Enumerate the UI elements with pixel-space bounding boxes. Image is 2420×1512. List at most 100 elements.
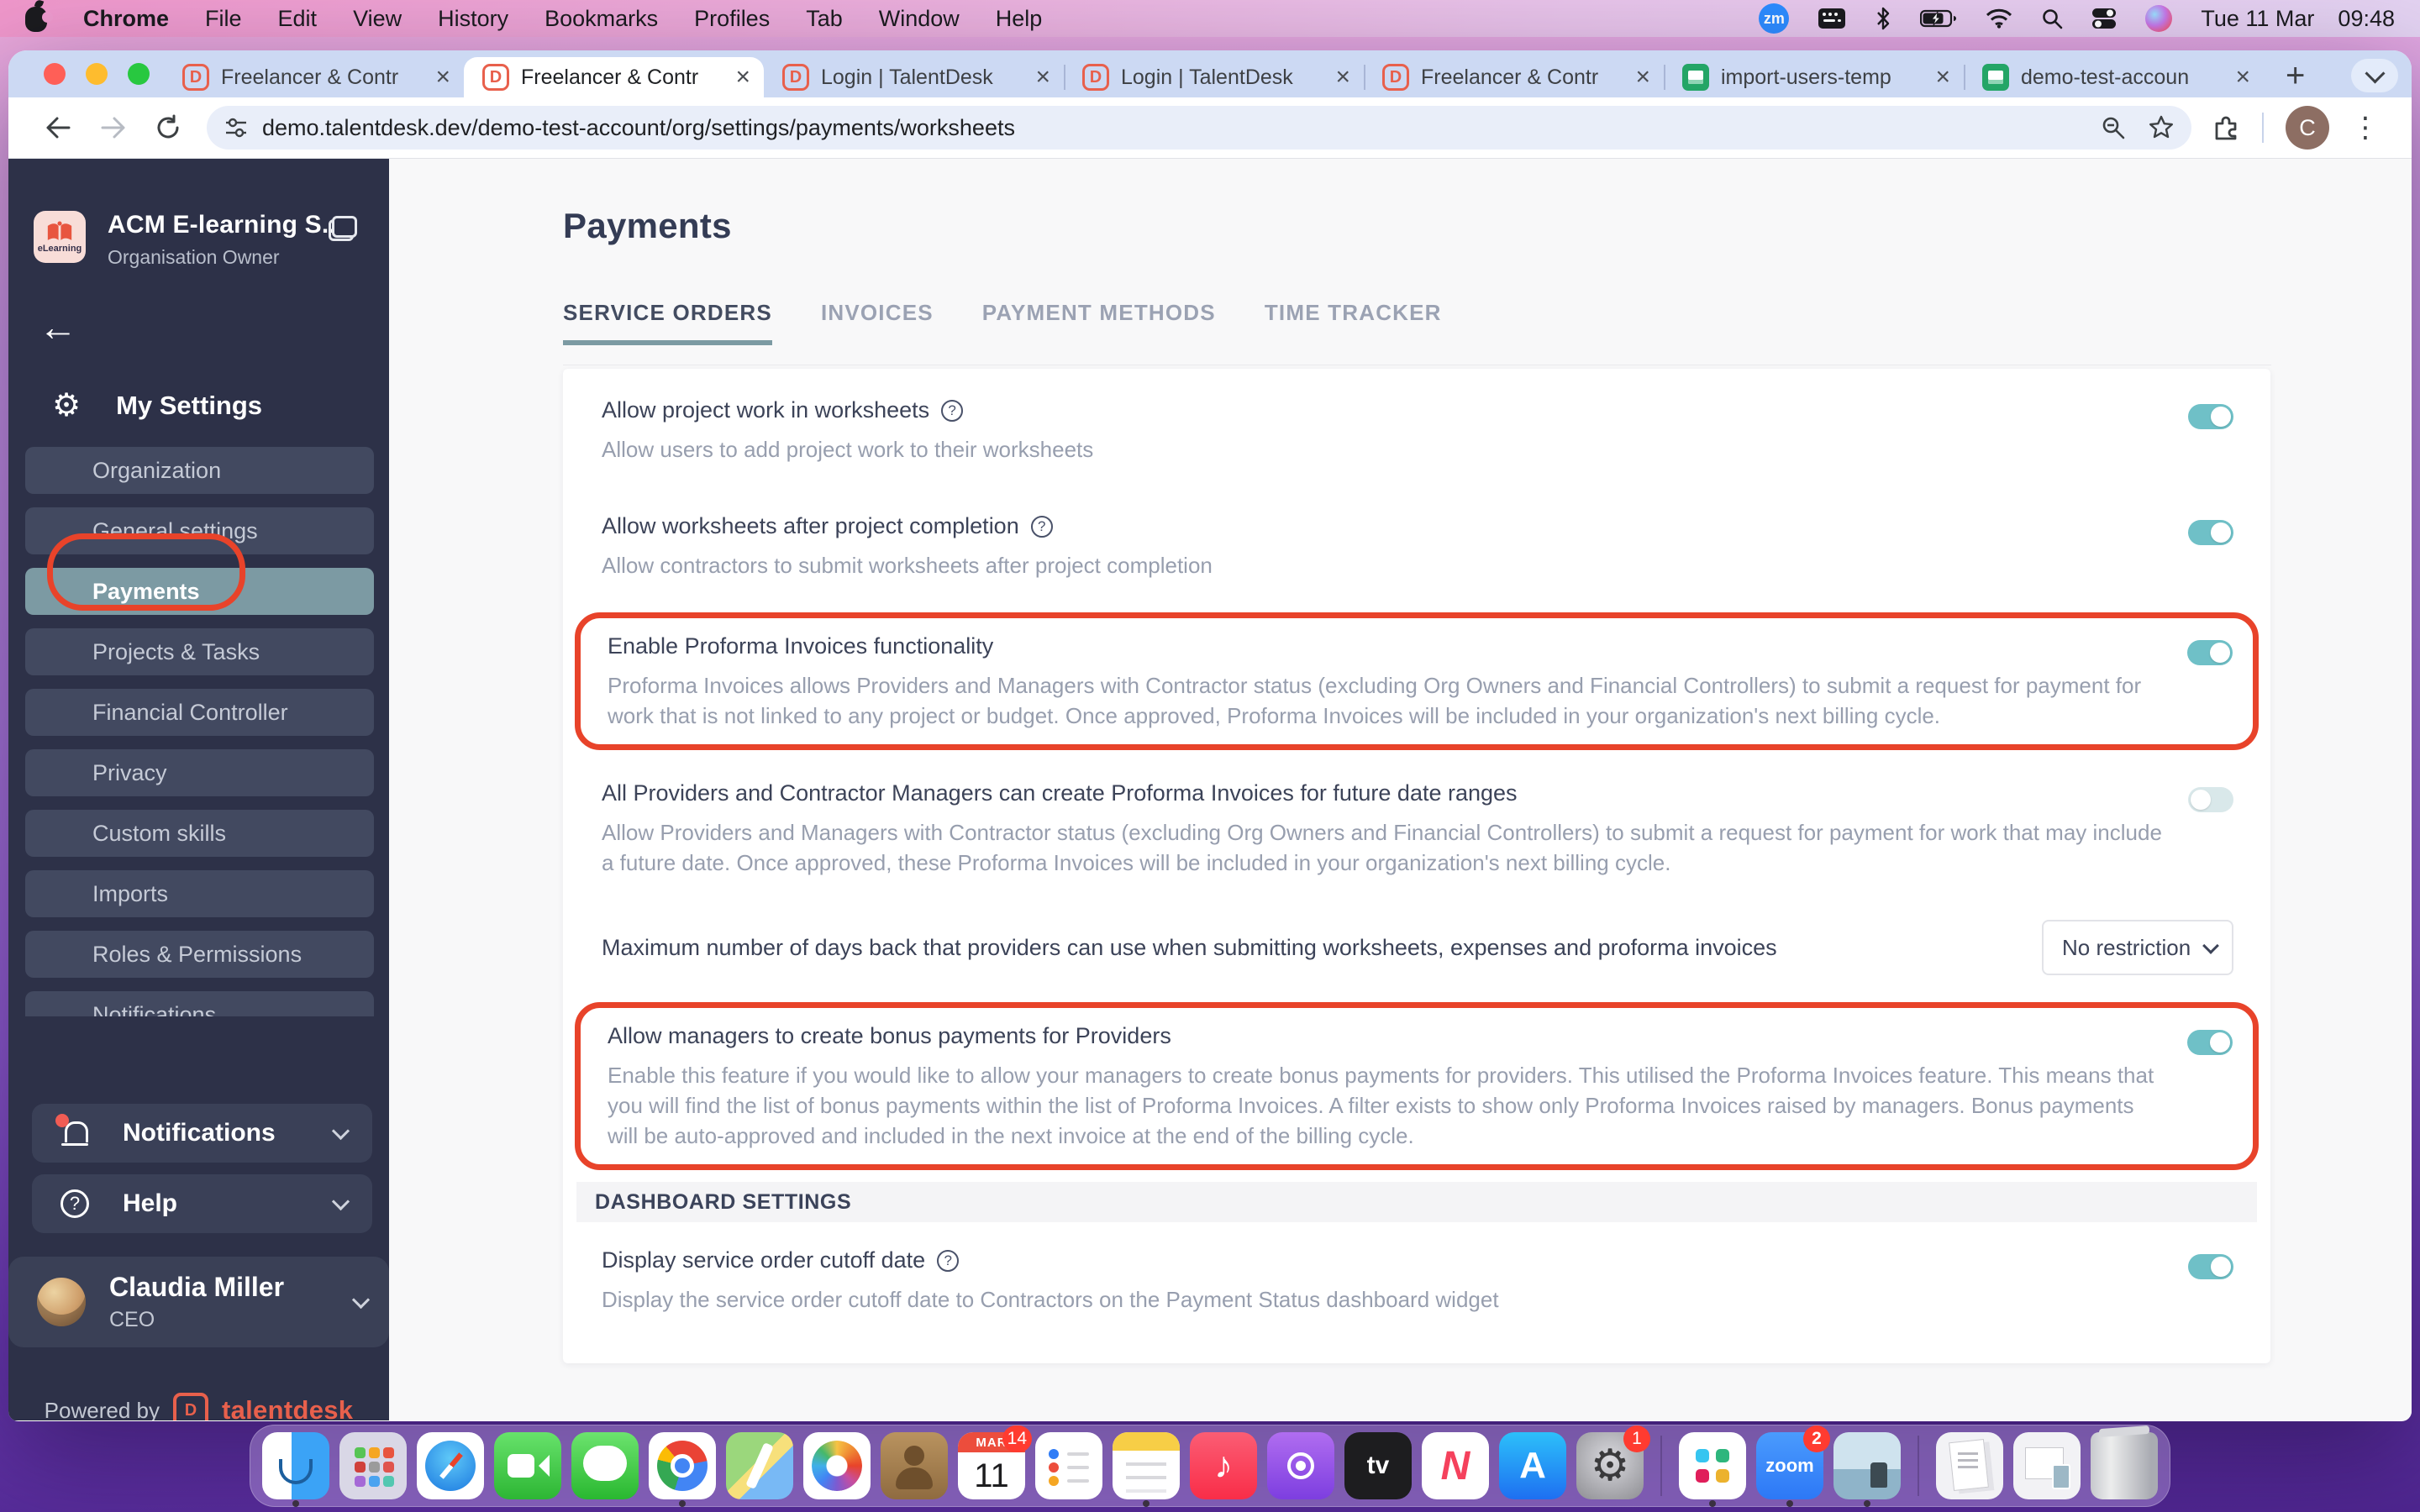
menu-view[interactable]: View — [353, 6, 402, 32]
menu-help[interactable]: Help — [996, 6, 1043, 32]
extensions-icon[interactable] — [2212, 113, 2240, 142]
help-circle-icon[interactable]: ? — [941, 399, 964, 422]
toggle-on[interactable] — [2188, 520, 2233, 545]
tab-search-button[interactable] — [2351, 59, 2398, 92]
tab-service-orders[interactable]: SERVICE ORDERS — [563, 300, 772, 345]
dock-slack-icon[interactable] — [1679, 1432, 1746, 1507]
zoom-out-page-icon[interactable] — [2101, 115, 2126, 140]
user-menu[interactable]: Claudia Miller CEO — [8, 1257, 389, 1347]
sidebar-item-help[interactable]: ? Help — [32, 1174, 372, 1233]
dock-trash-icon[interactable] — [2091, 1432, 2158, 1499]
sidebar-item-privacy[interactable]: Privacy — [25, 749, 374, 796]
sidebar-item-custom-skills[interactable]: Custom skills — [25, 810, 374, 857]
apple-menu-icon[interactable] — [25, 7, 53, 32]
site-settings-icon[interactable] — [224, 115, 249, 140]
zoom-menubar-icon[interactable]: zm — [1759, 3, 1790, 34]
tab-close-icon[interactable]: × — [1335, 63, 1350, 92]
dock-wallp-icon[interactable] — [1833, 1432, 1901, 1507]
sidebar-item-payments[interactable]: Payments — [25, 568, 374, 615]
siri-icon[interactable] — [2145, 5, 2173, 32]
menu-edit[interactable]: Edit — [278, 6, 318, 32]
sidebar-item-imports[interactable]: Imports — [25, 870, 374, 917]
toggle-on[interactable] — [2187, 640, 2233, 665]
tab-close-icon[interactable]: × — [435, 63, 450, 92]
back-button[interactable] — [44, 115, 72, 140]
dock-calendar-icon[interactable]: MAR 11 14 — [958, 1425, 1032, 1499]
dock-podcasts-icon[interactable] — [1267, 1432, 1334, 1499]
chrome-menu-icon[interactable]: ⋮ — [2351, 113, 2380, 142]
browser-tab[interactable]: demo-test-accoun × — [1964, 57, 2264, 97]
org-switcher-icon[interactable] — [329, 216, 357, 241]
minimize-window-button[interactable] — [86, 63, 108, 85]
tab-close-icon[interactable]: × — [735, 63, 750, 92]
dock-docs-icon[interactable] — [1936, 1432, 2003, 1499]
tab-close-icon[interactable]: × — [1635, 63, 1650, 92]
sidebar-item-financial-controller[interactable]: Financial Controller — [25, 689, 374, 736]
keyboard-switcher-icon[interactable] — [1818, 8, 1846, 29]
sidebar-item-general-settings[interactable]: General settings — [25, 507, 374, 554]
url-bar[interactable]: demo.talentdesk.dev/demo-test-account/or… — [207, 106, 2191, 150]
max-days-select[interactable]: No restriction — [2042, 920, 2233, 975]
dock-facetime-icon[interactable] — [494, 1432, 561, 1499]
dock-finder-icon[interactable] — [262, 1432, 329, 1507]
toggle-on[interactable] — [2188, 1254, 2233, 1279]
tab-invoices[interactable]: INVOICES — [821, 300, 934, 344]
tab-close-icon[interactable]: × — [2235, 63, 2250, 92]
dock-settings-icon[interactable]: ⚙ 1 — [1576, 1425, 1650, 1499]
sidebar-item-notifications[interactable]: Notifications — [25, 991, 374, 1016]
menu-profiles[interactable]: Profiles — [694, 6, 770, 32]
dock-tv-icon[interactable]: tv — [1344, 1432, 1412, 1499]
control-center-icon[interactable] — [2091, 8, 2117, 29]
fullscreen-window-button[interactable] — [128, 63, 150, 85]
profile-avatar[interactable]: C — [2286, 106, 2329, 150]
bookmark-star-icon[interactable] — [2148, 114, 2175, 141]
close-window-button[interactable] — [44, 63, 66, 85]
dock-maps-icon[interactable] — [726, 1432, 793, 1499]
browser-tab[interactable]: D Login | TalentDesk × — [764, 57, 1064, 97]
menubar-app-name[interactable]: Chrome — [83, 6, 169, 32]
menu-tab[interactable]: Tab — [806, 6, 843, 32]
battery-icon[interactable] — [1920, 8, 1957, 29]
dock-appstore-icon[interactable]: A — [1499, 1432, 1566, 1499]
dock-notes-icon[interactable] — [1113, 1432, 1180, 1507]
toggle-on[interactable] — [2187, 1030, 2233, 1055]
back-arrow-button[interactable]: ← — [39, 307, 89, 346]
sidebar-item-notifications[interactable]: Notifications — [32, 1104, 372, 1163]
dock-chrome-icon[interactable] — [649, 1432, 716, 1507]
dock-music-icon[interactable]: ♪ — [1190, 1432, 1257, 1499]
bluetooth-icon[interactable] — [1875, 6, 1891, 31]
url-text[interactable]: demo.talentdesk.dev/demo-test-account/or… — [262, 115, 2079, 141]
browser-tab[interactable]: D Freelancer & Contr × — [164, 57, 464, 97]
menu-window[interactable]: Window — [879, 6, 960, 32]
menu-history[interactable]: History — [438, 6, 508, 32]
dock-messages-icon[interactable] — [571, 1432, 639, 1499]
browser-tab[interactable]: import-users-temp × — [1664, 57, 1964, 97]
dock-reminders-icon[interactable] — [1035, 1432, 1102, 1499]
dock-safari-icon[interactable] — [417, 1432, 484, 1499]
menubar-clock[interactable]: Tue 11 Mar 09:48 — [2201, 6, 2395, 32]
menu-bookmarks[interactable]: Bookmarks — [544, 6, 658, 32]
forward-button[interactable] — [99, 115, 128, 140]
dock-zoom-icon[interactable]: zoom 2 — [1756, 1425, 1830, 1507]
reload-button[interactable] — [155, 114, 182, 141]
dock-preview-icon[interactable] — [2013, 1432, 2081, 1499]
org-header[interactable]: eLearning ACM E-learning S... Organisati… — [34, 211, 369, 269]
new-tab-button[interactable]: + — [2286, 52, 2305, 95]
wifi-icon[interactable] — [1986, 8, 2012, 29]
dock-photos-icon[interactable] — [803, 1432, 871, 1499]
dock-contacts-icon[interactable] — [881, 1432, 948, 1499]
browser-tab[interactable]: D Freelancer & Contr × — [1364, 57, 1664, 97]
tab-close-icon[interactable]: × — [1035, 63, 1050, 92]
tab-time-tracker[interactable]: TIME TRACKER — [1265, 300, 1442, 344]
sidebar-item-projects-tasks[interactable]: Projects & Tasks — [25, 628, 374, 675]
toggle-off[interactable] — [2188, 787, 2233, 812]
help-circle-icon[interactable]: ? — [1030, 515, 1053, 538]
dock-news-icon[interactable]: N — [1422, 1432, 1489, 1499]
browser-tab[interactable]: D Freelancer & Contr × — [464, 57, 764, 97]
help-circle-icon[interactable]: ? — [937, 1249, 960, 1272]
spotlight-search-icon[interactable] — [2041, 8, 2063, 29]
browser-tab[interactable]: D Login | TalentDesk × — [1064, 57, 1364, 97]
tab-close-icon[interactable]: × — [1935, 63, 1950, 92]
toggle-on[interactable] — [2188, 404, 2233, 429]
dock-launchpad-icon[interactable] — [339, 1432, 407, 1499]
